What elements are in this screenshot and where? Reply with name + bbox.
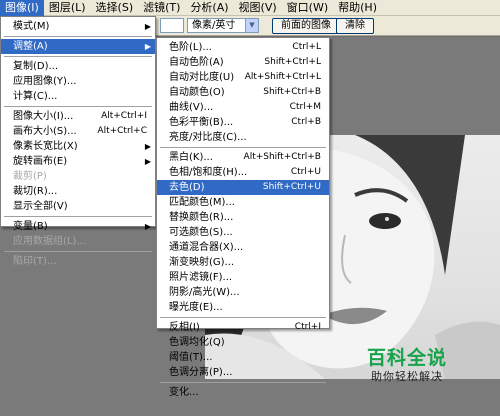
menu-divider bbox=[160, 147, 326, 148]
menu-item-duplicate[interactable]: 复制(D)... bbox=[1, 59, 155, 74]
menu-item-replace-color[interactable]: 替换颜色(R)... bbox=[157, 210, 329, 225]
menu-divider bbox=[4, 56, 152, 57]
adjust-submenu: 色阶(L)... Ctrl+L 自动色阶(A) Shift+Ctrl+L 自动对… bbox=[156, 37, 330, 398]
menu-item-equalize[interactable]: 色调均化(Q) bbox=[157, 335, 329, 350]
menu-item-image-size[interactable]: 图像大小(I)... Alt+Ctrl+I bbox=[1, 109, 155, 124]
menu-item-canvas-size[interactable]: 画布大小(S)... Alt+Ctrl+C bbox=[1, 124, 155, 139]
menu-select[interactable]: 选择(S) bbox=[91, 0, 139, 16]
menu-layer[interactable]: 图层(L) bbox=[44, 0, 91, 16]
menu-divider bbox=[4, 106, 152, 107]
unit-select-value: 像素/英寸 bbox=[192, 20, 236, 31]
menu-divider bbox=[4, 216, 152, 217]
menu-item-trim[interactable]: 裁切(R)... bbox=[1, 184, 155, 199]
menu-item-adjust[interactable]: 调整(A) ▶ bbox=[1, 39, 155, 54]
menu-item-auto-levels[interactable]: 自动色阶(A) Shift+Ctrl+L bbox=[157, 55, 329, 70]
menu-item-rotate-canvas[interactable]: 旋转画布(E) ▶ bbox=[1, 154, 155, 169]
menu-item-pixel-aspect[interactable]: 像素长宽比(X) ▶ bbox=[1, 139, 155, 154]
menu-item-black-white[interactable]: 黑白(K)... Alt+Shift+Ctrl+B bbox=[157, 150, 329, 165]
menu-item-variables[interactable]: 变量(B) ▶ bbox=[1, 219, 155, 234]
menu-item-reveal-all[interactable]: 显示全部(V) bbox=[1, 199, 155, 214]
menu-item-exposure[interactable]: 曝光度(E)... bbox=[157, 300, 329, 315]
menu-divider bbox=[160, 317, 326, 318]
menu-item-apply-image[interactable]: 应用图像(Y)... bbox=[1, 74, 155, 89]
watermark-subtitle: 助你轻松解决 bbox=[371, 370, 443, 383]
menu-item-hue-saturation[interactable]: 色相/饱和度(H)... Ctrl+U bbox=[157, 165, 329, 180]
menu-window[interactable]: 窗口(W) bbox=[282, 0, 333, 16]
menu-item-selective-color[interactable]: 可选颜色(S)... bbox=[157, 225, 329, 240]
menu-divider bbox=[4, 251, 152, 252]
watermark-title: 百科全说 bbox=[366, 347, 447, 369]
menu-item-photo-filter[interactable]: 照片滤镜(F)... bbox=[157, 270, 329, 285]
menu-item-threshold[interactable]: 阈值(T)... bbox=[157, 350, 329, 365]
unit-select[interactable]: 像素/英寸 ▼ bbox=[187, 18, 259, 33]
resolution-field[interactable] bbox=[160, 18, 184, 33]
menu-divider bbox=[160, 382, 326, 383]
menu-item-calculations[interactable]: 计算(C)... bbox=[1, 89, 155, 104]
watermark-logo: 百科全说 助你轻松解决 bbox=[347, 343, 467, 388]
menu-item-crop: 裁剪(P) bbox=[13, 171, 47, 182]
menu-help[interactable]: 帮助(H) bbox=[333, 0, 382, 16]
menu-item-desaturate[interactable]: 去色(D) Shift+Ctrl+U bbox=[157, 180, 329, 195]
menu-item-auto-contrast[interactable]: 自动对比度(U) Alt+Shift+Ctrl+L bbox=[157, 70, 329, 85]
menu-view[interactable]: 视图(V) bbox=[234, 0, 282, 16]
menu-item-match-color[interactable]: 匹配颜色(M)... bbox=[157, 195, 329, 210]
submenu-arrow-icon: ▶ bbox=[144, 42, 151, 51]
menu-divider bbox=[4, 36, 152, 37]
clear-button[interactable]: 清除 bbox=[336, 18, 374, 34]
submenu-arrow-icon: ▶ bbox=[144, 22, 151, 31]
menu-item-levels[interactable]: 色阶(L)... Ctrl+L bbox=[157, 40, 329, 55]
front-image-button[interactable]: 前面的图像 bbox=[272, 18, 340, 34]
menu-item-brightness-contrast[interactable]: 亮度/对比度(C)... bbox=[157, 130, 329, 145]
menu-item-curves[interactable]: 曲线(V)... Ctrl+M bbox=[157, 100, 329, 115]
menu-image[interactable]: 图像(I) bbox=[0, 0, 44, 16]
menu-item-color-balance[interactable]: 色彩平衡(B)... Ctrl+B bbox=[157, 115, 329, 130]
menu-item-channel-mixer[interactable]: 通道混合器(X)... bbox=[157, 240, 329, 255]
menu-item-gradient-map[interactable]: 渐变映射(G)... bbox=[157, 255, 329, 270]
menu-item-trap: 陷印(T)... bbox=[13, 256, 57, 267]
menu-analysis[interactable]: 分析(A) bbox=[185, 0, 233, 16]
menu-item-apply-data-set: 应用数据组(L)... bbox=[13, 236, 86, 247]
image-menu: 模式(M) ▶ 调整(A) ▶ 复制(D)... 应用图像(Y)... 计算(C… bbox=[0, 16, 156, 267]
menu-item-auto-color[interactable]: 自动颜色(O) Shift+Ctrl+B bbox=[157, 85, 329, 100]
menu-filter[interactable]: 滤镜(T) bbox=[138, 0, 185, 16]
menubar: 图像(I) 图层(L) 选择(S) 滤镜(T) 分析(A) 视图(V) 窗口(W… bbox=[0, 0, 500, 16]
submenu-arrow-icon: ▶ bbox=[144, 157, 151, 166]
menu-item-invert[interactable]: 反相(I) Ctrl+I bbox=[157, 320, 329, 335]
menu-item-variations[interactable]: 变化... bbox=[157, 385, 329, 400]
menu-item-shadow-highlight[interactable]: 阴影/高光(W)... bbox=[157, 285, 329, 300]
menu-item-mode[interactable]: 模式(M) ▶ bbox=[1, 19, 155, 34]
submenu-arrow-icon: ▶ bbox=[144, 222, 151, 231]
menu-item-posterize[interactable]: 色调分离(P)... bbox=[157, 365, 329, 380]
submenu-arrow-icon: ▶ bbox=[144, 142, 151, 151]
chevron-down-icon: ▼ bbox=[245, 19, 258, 32]
